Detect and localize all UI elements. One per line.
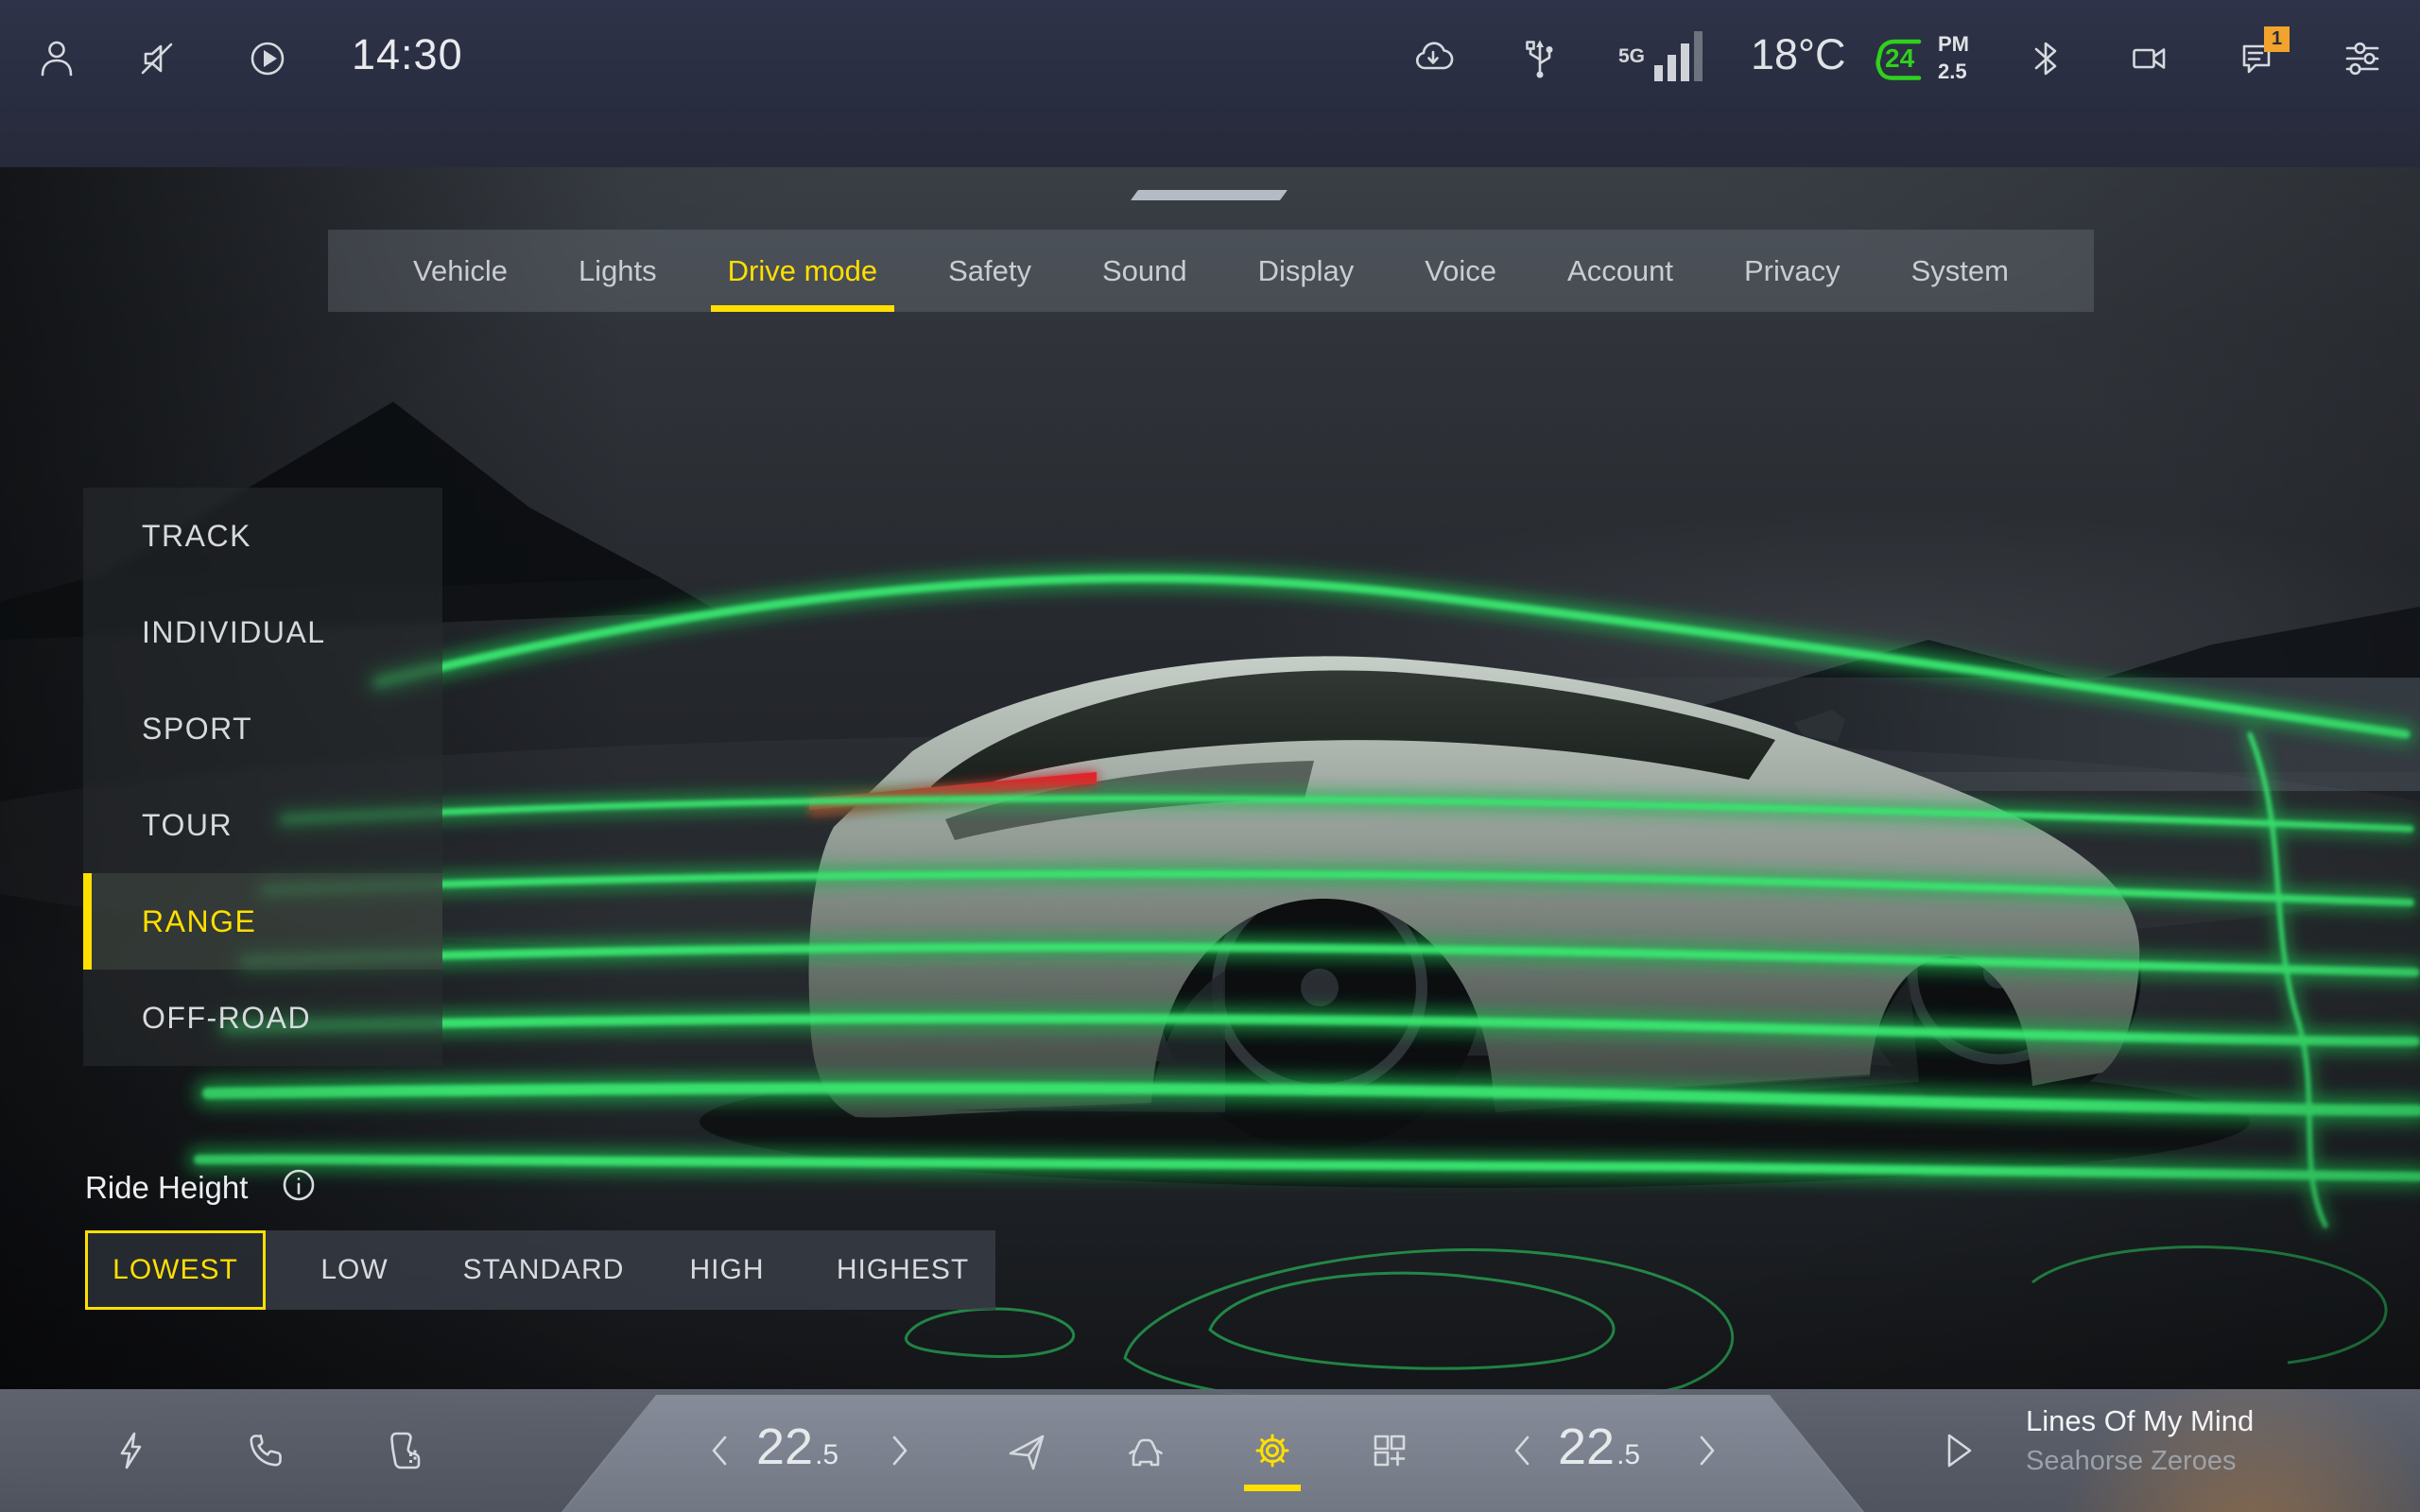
active-dock-indicator: [1244, 1485, 1301, 1491]
outside-temperature: 18°C: [1751, 30, 1846, 79]
clock: 14:30: [352, 30, 463, 79]
option-label: HIGHEST: [837, 1254, 969, 1286]
vehicle-icon[interactable]: [1123, 1428, 1168, 1473]
tab-label: Sound: [1102, 254, 1187, 288]
media-play-icon[interactable]: [1935, 1428, 1980, 1473]
media-track-title: Lines Of My Mind: [2026, 1404, 2254, 1438]
settings-gear-icon[interactable]: [1250, 1428, 1295, 1473]
pm25-indicator: PM 2.5: [1938, 30, 1969, 85]
ride-height-lowest[interactable]: LOWEST: [85, 1230, 266, 1310]
tune-icon[interactable]: [2340, 36, 2385, 81]
tab-label: Display: [1258, 254, 1355, 288]
climate-left-decrease-chevron[interactable]: [706, 1434, 733, 1468]
tab-label: Vehicle: [413, 254, 508, 288]
usb-icon: [1517, 36, 1563, 81]
tab-label: Privacy: [1744, 254, 1841, 288]
drive-mode-list: TRACK INDIVIDUAL SPORT TOUR RANGE OFF-RO…: [83, 488, 442, 1066]
ground-contours: [906, 1247, 2386, 1409]
media-artist: Seahorse Zeroes: [2026, 1446, 2236, 1477]
charging-icon[interactable]: [109, 1428, 154, 1473]
widgets-icon[interactable]: [1367, 1428, 1412, 1473]
media-playback-icon[interactable]: [245, 36, 290, 81]
signal-bars: [1654, 28, 1703, 81]
tab-display[interactable]: Display: [1258, 230, 1355, 312]
heated-seat-icon[interactable]: [382, 1428, 427, 1473]
cellular-signal-icon: 5G: [1618, 28, 1703, 81]
ride-height-standard[interactable]: STANDARD: [443, 1230, 644, 1310]
bluetooth-icon[interactable]: [2023, 36, 2068, 81]
tab-label: Safety: [948, 254, 1031, 288]
climate-right-increase-chevron[interactable]: [1694, 1434, 1720, 1468]
tab-account[interactable]: Account: [1567, 230, 1673, 312]
drive-mode-individual[interactable]: INDIVIDUAL: [83, 584, 442, 680]
climate-right-decrease-chevron[interactable]: [1509, 1434, 1535, 1468]
mode-label: INDIVIDUAL: [142, 615, 326, 650]
option-label: LOW: [320, 1254, 388, 1286]
climate-left-increase-chevron[interactable]: [887, 1434, 913, 1468]
tab-label: Voice: [1425, 254, 1496, 288]
drive-mode-sport[interactable]: SPORT: [83, 680, 442, 777]
ride-height-low[interactable]: LOW: [266, 1230, 443, 1310]
sheet-drag-handle[interactable]: [1131, 190, 1288, 200]
temp-whole: 22: [756, 1418, 813, 1476]
bottom-dock: 22.5 22.5: [0, 1389, 2420, 1512]
cloud-sync-icon: [1410, 36, 1456, 81]
drive-mode-off-road[interactable]: OFF-ROAD: [83, 970, 442, 1066]
drive-mode-track[interactable]: TRACK: [83, 488, 442, 584]
tab-drive-mode[interactable]: Drive mode: [728, 230, 878, 312]
drive-mode-range[interactable]: RANGE: [83, 873, 442, 970]
tab-voice[interactable]: Voice: [1425, 230, 1496, 312]
tab-lights[interactable]: Lights: [579, 230, 657, 312]
pm-value: 2.5: [1938, 58, 1969, 85]
cabin-air-quality-icon: 24: [1864, 28, 1930, 91]
drive-mode-tour[interactable]: TOUR: [83, 777, 442, 873]
mode-label: TOUR: [142, 808, 233, 843]
info-icon[interactable]: [276, 1162, 321, 1208]
profile-icon[interactable]: [34, 36, 79, 81]
temp-fraction: .5: [1616, 1439, 1640, 1471]
ride-height-label: Ride Height: [85, 1170, 248, 1206]
mode-label: SPORT: [142, 712, 252, 747]
navigation-icon[interactable]: [1004, 1428, 1049, 1473]
climate-right-temperature[interactable]: 22.5: [1558, 1418, 1640, 1476]
tab-system[interactable]: System: [1911, 230, 2009, 312]
infotainment-screen: 14:30 5G 18°C 24 PM 2.5 1: [0, 0, 2420, 1512]
climate-left-temperature[interactable]: 22.5: [756, 1418, 838, 1476]
ride-height-high[interactable]: HIGH: [644, 1230, 810, 1310]
mode-label: RANGE: [142, 904, 256, 939]
audio-muted-icon[interactable]: [134, 36, 180, 81]
network-type-label: 5G: [1618, 45, 1645, 68]
tab-sound[interactable]: Sound: [1102, 230, 1187, 312]
status-bar: 14:30 5G 18°C 24 PM 2.5 1: [0, 0, 2420, 167]
ride-height-selector: LOWEST LOW STANDARD HIGH HIGHEST: [85, 1230, 995, 1310]
pm-label: PM: [1938, 30, 1969, 58]
tab-label: Lights: [579, 254, 657, 288]
settings-tab-bar: Vehicle Lights Drive mode Safety Sound D…: [328, 230, 2094, 312]
mode-label: TRACK: [142, 519, 251, 554]
message-count-badge: 1: [2264, 26, 2290, 52]
mode-label: OFF-ROAD: [142, 1001, 311, 1036]
option-label: LOWEST: [112, 1254, 238, 1286]
option-label: STANDARD: [463, 1254, 625, 1286]
temp-fraction: .5: [815, 1439, 838, 1471]
tab-safety[interactable]: Safety: [948, 230, 1031, 312]
tab-label: Drive mode: [728, 254, 878, 288]
camera-icon[interactable]: [2126, 36, 2171, 81]
temp-whole: 22: [1558, 1418, 1615, 1476]
tab-label: Account: [1567, 254, 1673, 288]
tab-vehicle[interactable]: Vehicle: [413, 230, 508, 312]
phone-icon[interactable]: [243, 1428, 288, 1473]
option-label: HIGH: [690, 1254, 765, 1286]
aqi-value: 24: [1885, 43, 1914, 74]
tab-privacy[interactable]: Privacy: [1744, 230, 1841, 312]
tab-label: System: [1911, 254, 2009, 288]
ride-height-highest[interactable]: HIGHEST: [810, 1230, 995, 1310]
messages-icon[interactable]: 1: [2235, 36, 2280, 81]
